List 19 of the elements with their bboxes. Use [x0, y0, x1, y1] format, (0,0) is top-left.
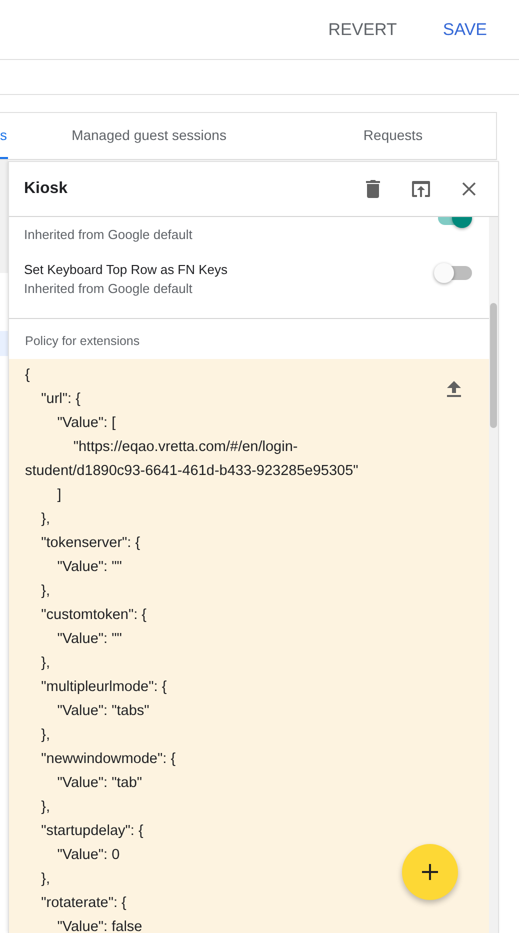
- policy-label: Policy for extensions: [24, 333, 141, 350]
- code-text: { "url": { "Value": [ "https://eqao.vretta.com/#/en/login-student/d1890c93-6641-461d-b433-923285e95305" ] }, "tokenserver": { "Value": "" }, "customtoken": { "Value": "" }, "multipleurlmode": { "Value": "tabs" }, "newwindowmode": { "Value": "tab" }, "startupdelay": { "Value": 0 }, "rotaterate": { "Value": false: [25, 366, 360, 933]
- setting-subtitle: Inherited from Google default: [24, 281, 194, 296]
- upload-icon: [447, 381, 461, 397]
- scrollbar[interactable]: [489, 217, 498, 933]
- setting-subtitle: Inherited from Google default: [24, 227, 194, 242]
- save-button[interactable]: SAVE: [430, 14, 499, 46]
- trash-icon: [366, 180, 380, 198]
- tab[interactable]: Requests: [290, 113, 496, 159]
- upload-button[interactable]: [445, 379, 463, 399]
- open-in-icon: [412, 181, 430, 197]
- code-editor[interactable]: [9, 359, 489, 933]
- close-icon: [462, 182, 476, 196]
- toggle-switch[interactable]: [434, 262, 472, 284]
- panel-title: Kiosk: [24, 180, 69, 198]
- plus-icon: [422, 864, 438, 880]
- setting-label: Set Keyboard Top Row as FN Keys: [24, 262, 229, 277]
- revert-button[interactable]: REVERT: [316, 14, 409, 46]
- tab[interactable]: Managed guest sessions: [8, 113, 290, 159]
